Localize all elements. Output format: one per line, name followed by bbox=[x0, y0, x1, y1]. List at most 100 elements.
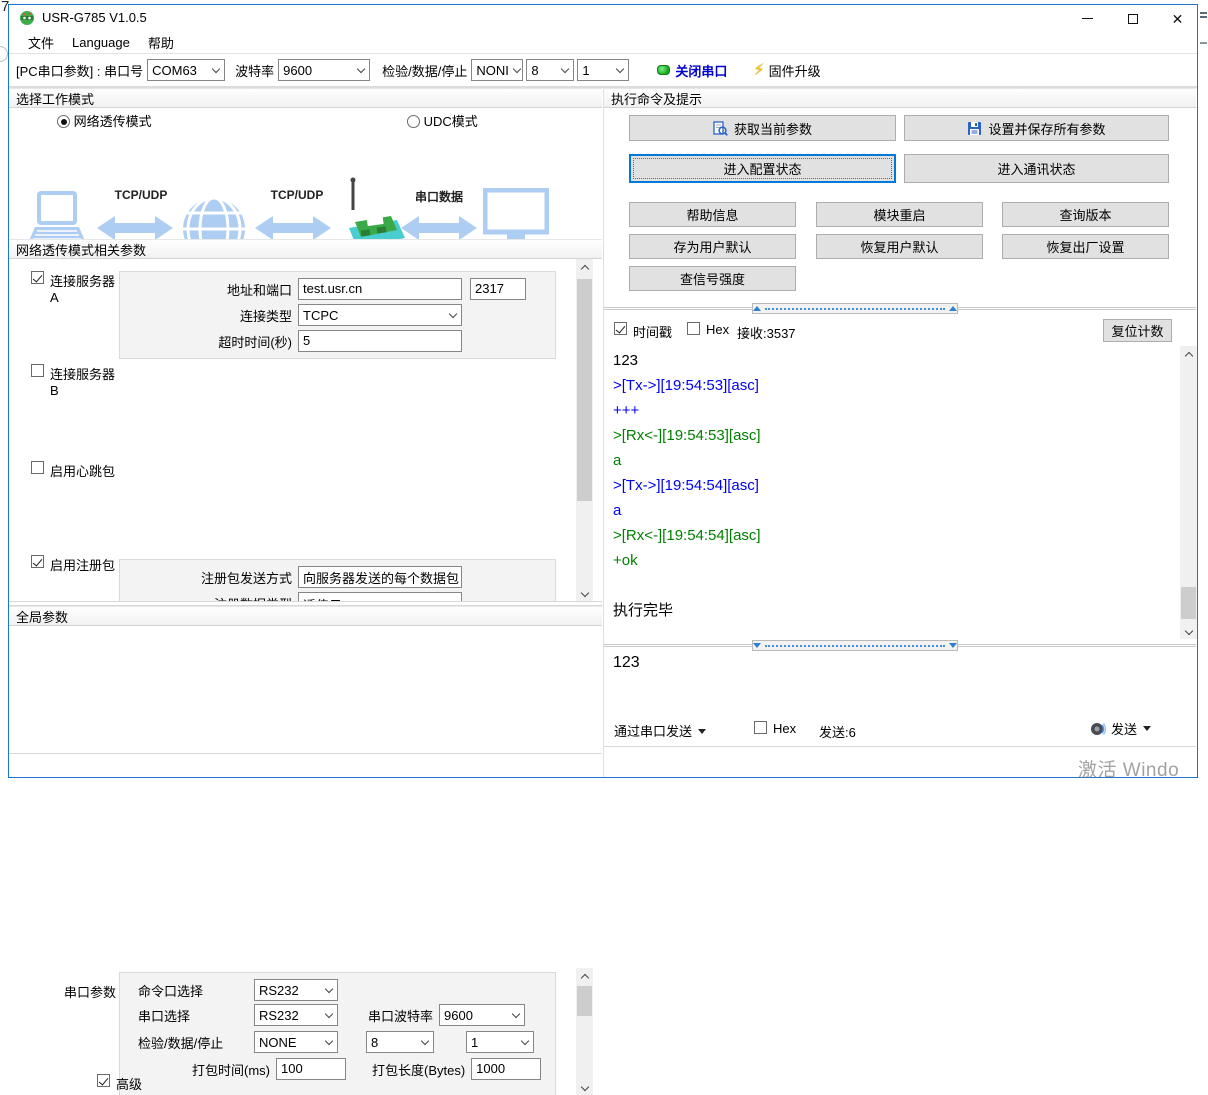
checkbox-checked-icon bbox=[31, 271, 44, 284]
module-restart-button[interactable]: 模块重启 bbox=[816, 202, 983, 227]
log-line: >[Rx<-][19:54:54][asc] bbox=[613, 523, 1177, 548]
send-controls: 通过串口发送 Hex 发送:6 发送 bbox=[604, 714, 1196, 744]
log-hex-checkbox[interactable]: Hex bbox=[687, 322, 729, 337]
server-a-address-input[interactable]: test.usr.cn bbox=[298, 278, 462, 300]
desktop-fragment-lines bbox=[1200, 12, 1207, 14]
gstopbits-select[interactable]: 1 bbox=[466, 1031, 534, 1053]
chevron-down-icon bbox=[324, 1036, 332, 1044]
port-open-status-icon bbox=[657, 65, 670, 75]
title-bar[interactable]: USR-G785 V1.0.5 ✕ bbox=[9, 5, 1197, 31]
global-params-scrollbar[interactable] bbox=[576, 968, 593, 1095]
regmode-select[interactable]: 向服务器发送的每个数据包 bbox=[298, 566, 462, 588]
send-button[interactable]: 发送 bbox=[1090, 719, 1151, 738]
query-version-button[interactable]: 查询版本 bbox=[1002, 202, 1169, 227]
menu-file[interactable]: 文件 bbox=[19, 31, 63, 54]
window-title: USR-G785 V1.0.5 bbox=[42, 10, 147, 25]
send-splitter[interactable] bbox=[604, 639, 1196, 652]
set-save-params-button[interactable]: 设置并保存所有参数 bbox=[904, 115, 1169, 141]
packlen-input[interactable]: 1000 bbox=[471, 1058, 541, 1080]
factory-reset-button[interactable]: 恢复出厂设置 bbox=[1002, 234, 1169, 259]
help-info-button[interactable]: 帮助信息 bbox=[629, 202, 796, 227]
gparity-select[interactable]: NONE bbox=[254, 1031, 338, 1053]
splitter-handle[interactable] bbox=[752, 303, 958, 314]
serial-params-label: 串口参数 bbox=[64, 982, 116, 1001]
regpack-groupbox: 注册包发送方式 向服务器发送的每个数据包 注册数据类型 透传云 bbox=[119, 559, 556, 601]
maximize-button[interactable] bbox=[1110, 5, 1155, 32]
scroll-up-icon bbox=[580, 264, 588, 272]
query-signal-button[interactable]: 查信号强度 bbox=[629, 266, 796, 291]
get-params-button[interactable]: 获取当前参数 bbox=[629, 115, 896, 141]
regtype-label: 注册数据类型 bbox=[120, 594, 292, 602]
packtime-input[interactable]: 100 bbox=[276, 1058, 346, 1080]
log-scrollbar[interactable] bbox=[1180, 346, 1197, 639]
heartbeat-checkbox[interactable]: 启用心跳包 bbox=[31, 461, 115, 480]
net-params-scrollbar[interactable] bbox=[576, 259, 593, 601]
chevron-down-icon bbox=[211, 64, 219, 72]
menu-help[interactable]: 帮助 bbox=[139, 31, 183, 54]
server-b-checkbox[interactable]: 连接服务器B bbox=[31, 364, 117, 398]
regtype-input[interactable]: 透传云 bbox=[298, 592, 462, 601]
chevron-down-icon bbox=[356, 64, 364, 72]
com-port-select[interactable]: COM63 bbox=[147, 59, 225, 81]
scrollbar-thumb[interactable] bbox=[1181, 587, 1196, 619]
regmode-label: 注册包发送方式 bbox=[120, 568, 292, 587]
send-textarea[interactable]: 123 bbox=[604, 652, 1197, 714]
close-button[interactable]: ✕ bbox=[1155, 5, 1200, 32]
cmdport-label: 命令口选择 bbox=[120, 981, 240, 1000]
stopbits-select[interactable]: 1 bbox=[577, 59, 629, 81]
regpack-checkbox[interactable]: 启用注册包 bbox=[31, 555, 115, 574]
gdatabits-select[interactable]: 8 bbox=[366, 1031, 434, 1053]
log-area[interactable]: 123>[Tx->][19:54:53][asc]+++>[Rx<-][19:5… bbox=[604, 346, 1197, 639]
send-hex-checkbox[interactable]: Hex bbox=[754, 721, 796, 736]
sent-count: 发送:6 bbox=[819, 722, 856, 741]
chevron-down-icon bbox=[511, 1009, 519, 1017]
timeout-input[interactable]: 5 bbox=[298, 330, 462, 352]
close-serial-button[interactable]: 关闭串口 bbox=[675, 61, 727, 80]
send-via-serial-dropdown[interactable]: 通过串口发送 bbox=[614, 721, 706, 740]
menu-language[interactable]: Language bbox=[63, 33, 139, 52]
net-params-area: 连接服务器A 地址和端口 test.usr.cn 2317 连接类型 TCPC … bbox=[9, 259, 602, 601]
baud-select[interactable]: 9600 bbox=[278, 59, 370, 81]
databits-select[interactable]: 8 bbox=[526, 59, 574, 81]
double-arrow-icon bbox=[401, 214, 477, 242]
serialsel-label: 串口选择 bbox=[120, 1006, 240, 1025]
lightning-icon: ⚡ bbox=[753, 60, 764, 80]
server-a-port-input[interactable]: 2317 bbox=[470, 278, 526, 300]
timestamp-checkbox[interactable]: 时间戳 bbox=[614, 322, 672, 341]
checkbox-icon bbox=[754, 721, 767, 734]
conn-type-select[interactable]: TCPC bbox=[298, 304, 462, 326]
splitter-up-icon bbox=[753, 306, 761, 311]
save-user-default-button[interactable]: 存为用户默认 bbox=[629, 234, 796, 259]
log-splitter[interactable] bbox=[604, 302, 1196, 315]
radio-udc-mode[interactable]: UDC模式 bbox=[407, 111, 478, 130]
serialsel-select[interactable]: RS232 bbox=[254, 1004, 338, 1026]
restore-user-default-button[interactable]: 恢复用户默认 bbox=[816, 234, 983, 259]
app-logo-icon bbox=[19, 10, 35, 26]
maximize-icon bbox=[1128, 14, 1138, 24]
scrollbar-thumb[interactable] bbox=[577, 986, 592, 1016]
enter-config-state-button[interactable]: 进入配置状态 bbox=[629, 154, 896, 183]
scrollbar-thumb[interactable] bbox=[577, 279, 592, 501]
log-line: >[Tx->][19:54:54][asc] bbox=[613, 473, 1177, 498]
chevron-down-icon bbox=[324, 984, 332, 992]
speaker-send-icon bbox=[1090, 721, 1106, 737]
splitter-handle[interactable] bbox=[752, 640, 958, 651]
cmdport-select[interactable]: RS232 bbox=[254, 979, 338, 1001]
global-params-header: 全局参数 bbox=[9, 606, 602, 626]
advanced-checkbox[interactable]: 高级 bbox=[97, 1074, 142, 1093]
server-a-checkbox[interactable]: 连接服务器A bbox=[31, 271, 117, 305]
gpds-label: 检验/数据/停止 bbox=[120, 1033, 240, 1052]
baud-label: 波特率 bbox=[235, 61, 274, 80]
timeout-label: 超时时间(秒) bbox=[120, 332, 292, 351]
enter-comm-state-button[interactable]: 进入通讯状态 bbox=[904, 154, 1169, 183]
scroll-down-icon bbox=[580, 588, 588, 596]
minimize-button[interactable] bbox=[1065, 5, 1110, 32]
parity-select[interactable]: NONI bbox=[471, 59, 523, 81]
checkbox-icon bbox=[687, 322, 700, 335]
server-a-groupbox: 地址和端口 test.usr.cn 2317 连接类型 TCPC 超时时间(秒)… bbox=[119, 271, 556, 359]
reset-count-button[interactable]: 复位计数 bbox=[1103, 319, 1172, 342]
gbaud-select[interactable]: 9600 bbox=[439, 1004, 525, 1026]
pc-serial-label: [PC串口参数] : 串口号 bbox=[16, 61, 143, 80]
radio-transparent-mode[interactable]: 网络透传模式 bbox=[57, 111, 152, 130]
firmware-upgrade-button[interactable]: 固件升级 bbox=[769, 61, 821, 80]
